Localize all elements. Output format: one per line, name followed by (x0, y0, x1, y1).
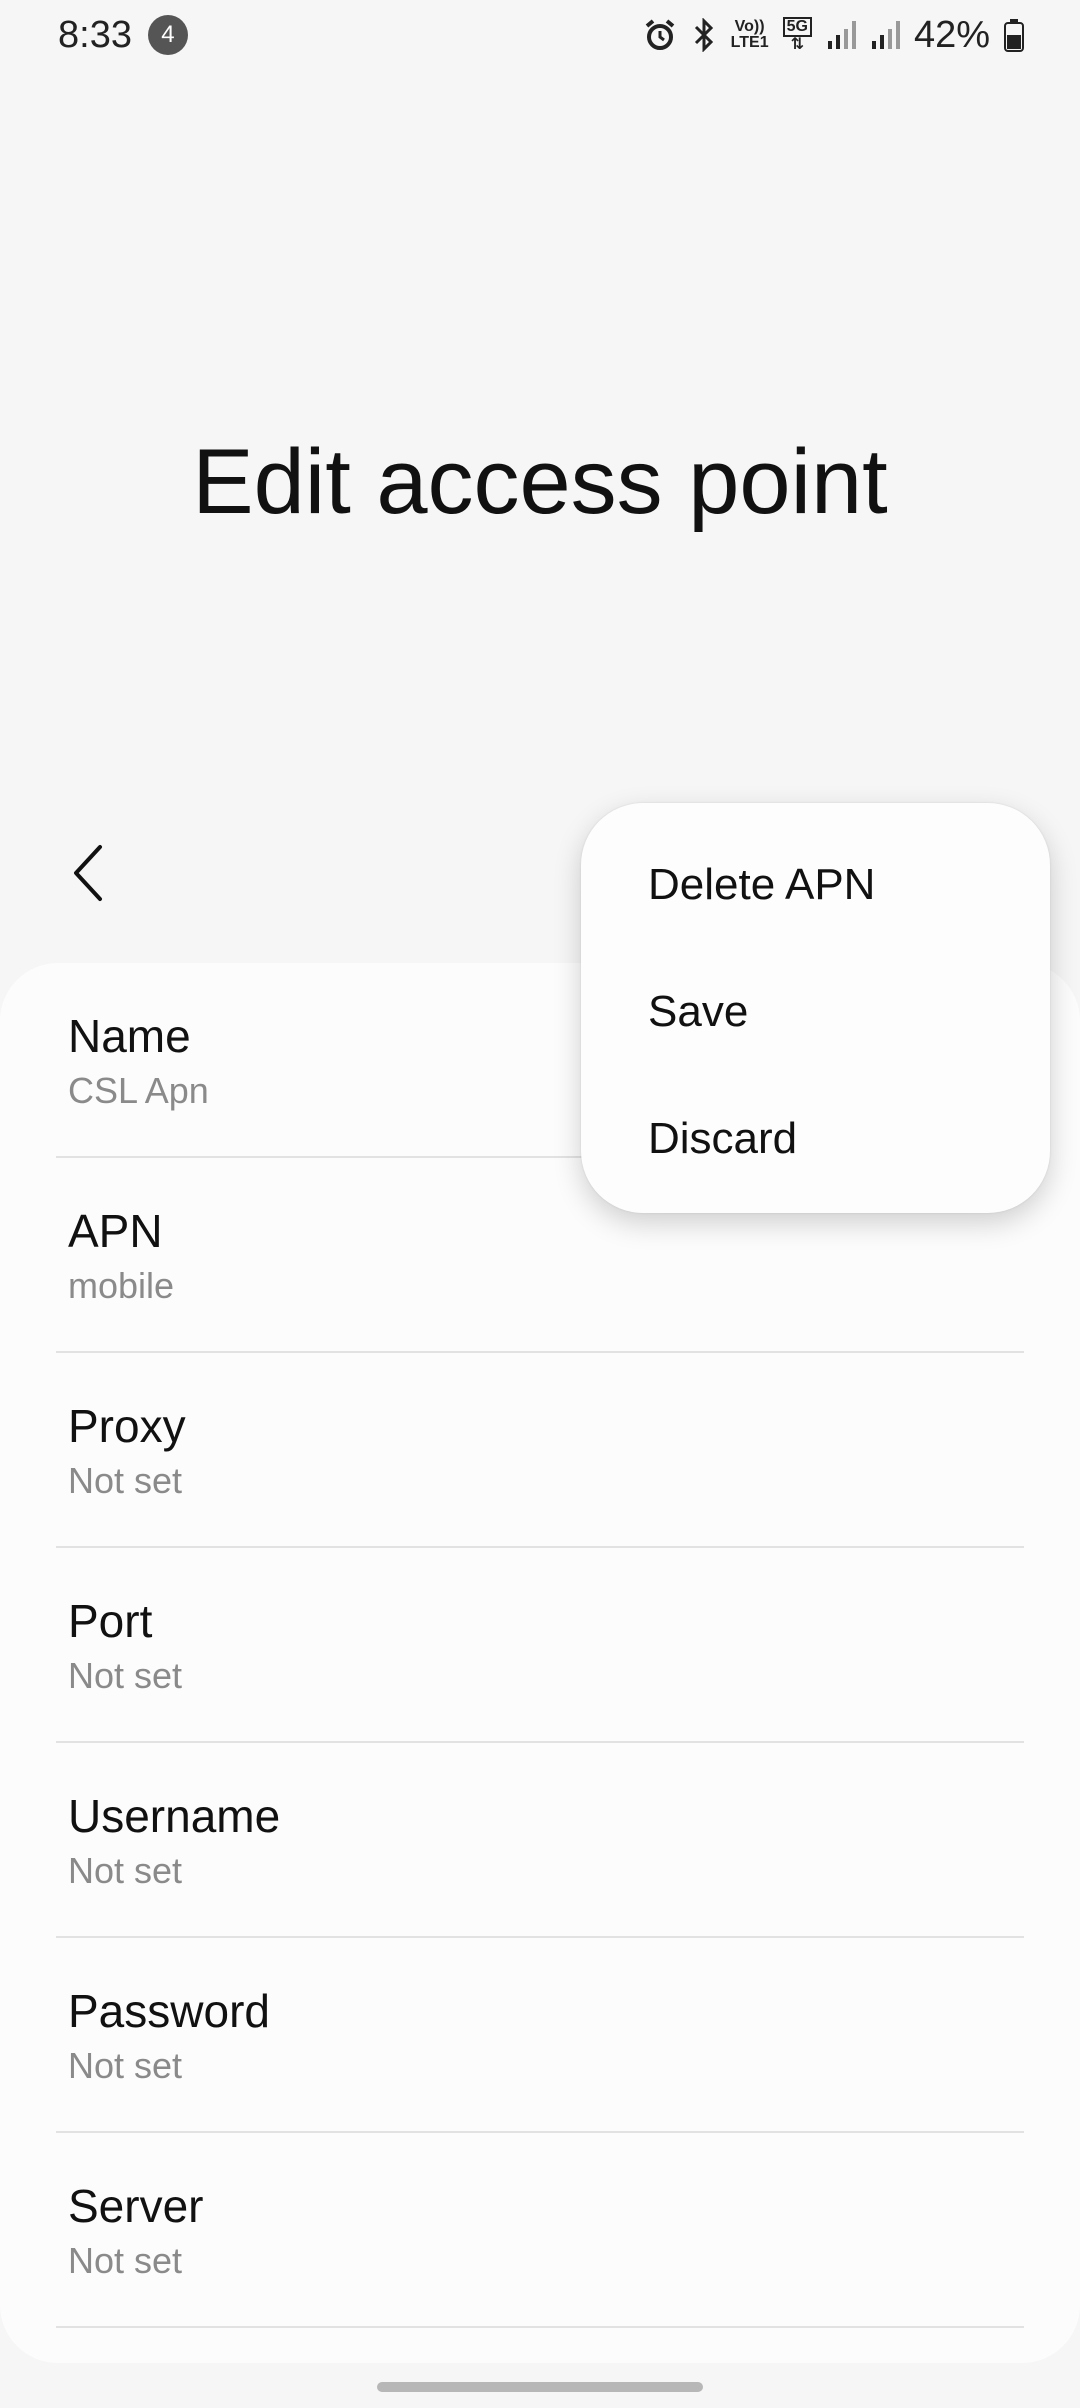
item-value: Not set (68, 1460, 183, 1501)
chevron-left-icon (70, 843, 106, 908)
item-value: Not set (68, 1850, 183, 1891)
data-arrows-icon: ⇅ (790, 36, 804, 53)
5g-data-icon: 5G ⇅ (782, 15, 812, 55)
item-value: Not set (68, 1655, 183, 1696)
back-button[interactable] (60, 835, 116, 915)
notification-count-badge: 4 (147, 15, 188, 55)
signal-strength-icon-2 (870, 15, 900, 55)
item-value: Not set (68, 2045, 183, 2086)
options-popup-menu: Delete APN Save Discard (581, 803, 1050, 1213)
list-item-password[interactable]: Password Not set (56, 1938, 1024, 2133)
status-time: 8:33 (58, 13, 132, 56)
item-title: Server (68, 2180, 204, 2232)
battery-icon (1004, 15, 1024, 55)
bluetooth-icon (691, 15, 717, 55)
item-value: mobile (68, 1265, 175, 1306)
list-item-proxy[interactable]: Proxy Not set (56, 1353, 1024, 1548)
item-title: Username (68, 1790, 281, 1842)
signal-strength-icon-1 (826, 15, 856, 55)
navigation-gesture-handle[interactable] (377, 2382, 703, 2392)
volte-icon: Vo)) LTE1 (731, 15, 769, 55)
status-right: Vo)) LTE1 5G ⇅ 42% (643, 14, 1024, 57)
menu-item-discard[interactable]: Discard (581, 1101, 1050, 1228)
list-item-server[interactable]: Server Not set (56, 2133, 1024, 2328)
menu-item-delete-apn[interactable]: Delete APN (581, 847, 1050, 974)
item-value: Not set (68, 2240, 183, 2281)
battery-percent: 42% (913, 13, 990, 56)
status-bar: 8:33 4 Vo)) LTE1 5G ⇅ 42% (0, 0, 1080, 70)
menu-item-save[interactable]: Save (581, 974, 1050, 1101)
volte-tag-bottom: LTE1 (730, 34, 769, 51)
5g-tag: 5G (782, 17, 812, 37)
item-title: Port (68, 1595, 153, 1647)
page-title: Edit access point (192, 431, 888, 533)
status-left: 8:33 4 (58, 14, 188, 57)
item-title: Proxy (68, 1400, 186, 1452)
alarm-icon (643, 15, 677, 55)
item-title: Password (68, 1985, 270, 2037)
list-item-port[interactable]: Port Not set (56, 1548, 1024, 1743)
list-item-username[interactable]: Username Not set (56, 1743, 1024, 1938)
volte-tag-top: Vo)) (734, 18, 765, 35)
